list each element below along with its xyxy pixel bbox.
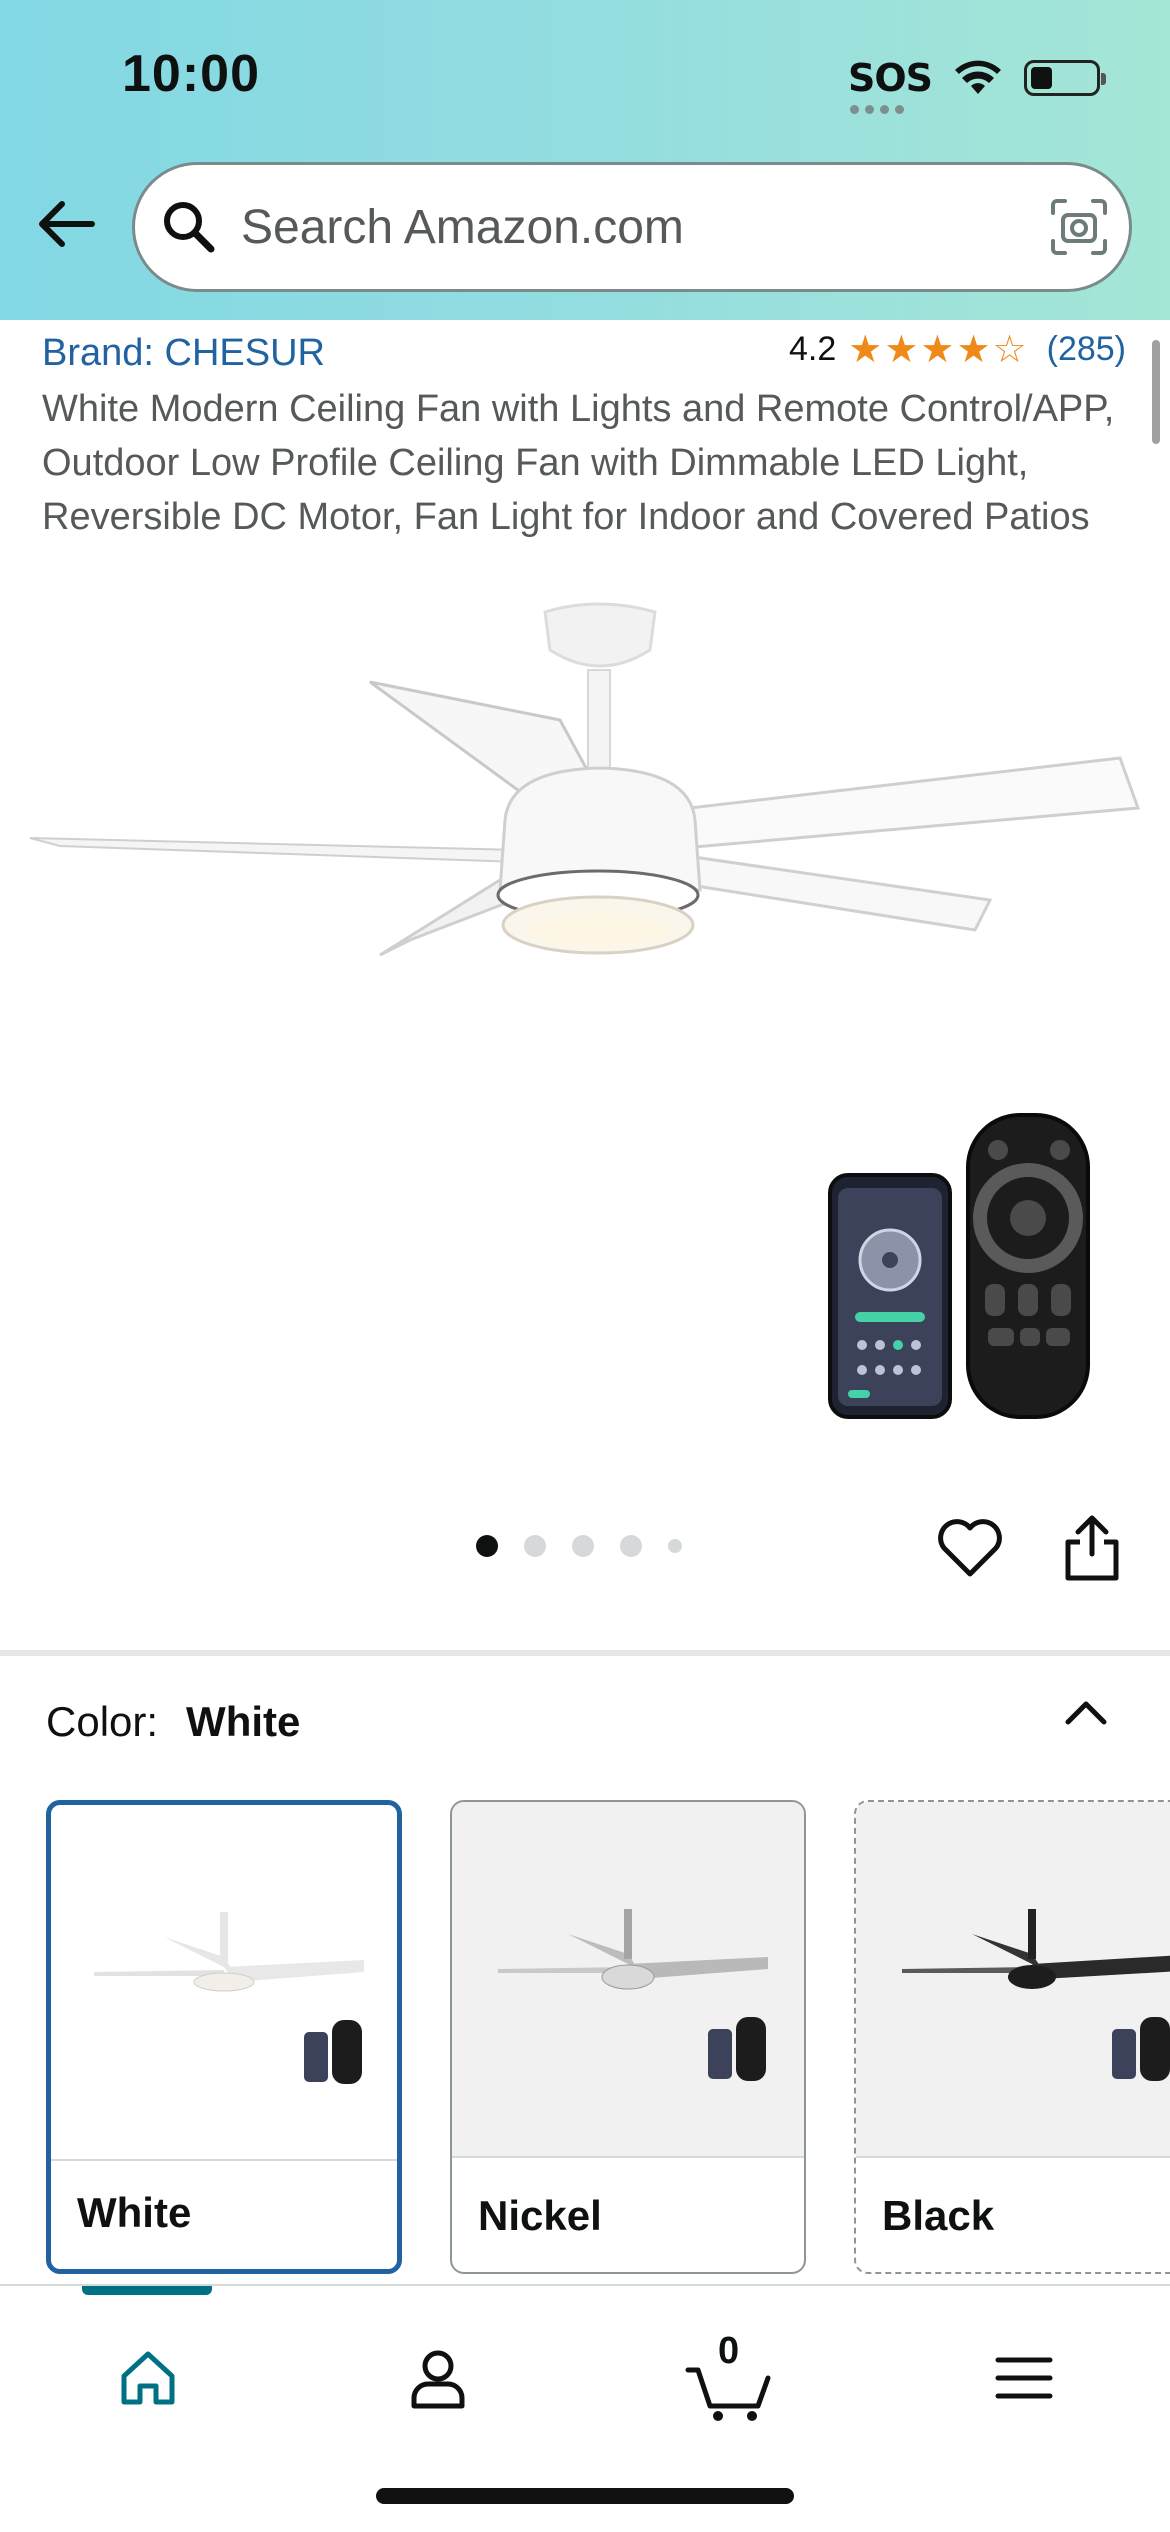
color-label: Color:: [46, 1698, 159, 1745]
ceiling-fan-illustration: [29, 602, 1141, 957]
battery-icon: [1024, 60, 1106, 96]
wifi-icon: [955, 60, 1001, 94]
swatch-label: Nickel: [478, 2192, 602, 2239]
swatch-image: [856, 1802, 1170, 2158]
nav-menu[interactable]: [976, 2330, 1072, 2426]
brand-link[interactable]: Brand: CHESUR: [42, 332, 325, 375]
section-divider: [0, 1650, 1170, 1656]
chevron-up-icon[interactable]: [1060, 1686, 1112, 1738]
heart-icon[interactable]: [936, 1514, 1004, 1582]
back-arrow-icon[interactable]: [34, 192, 98, 256]
signal-dots-icon: [849, 105, 904, 114]
swatch-black[interactable]: Black: [854, 1800, 1170, 2274]
search-input[interactable]: [241, 199, 1001, 255]
selected-color: White: [186, 1698, 301, 1745]
remote-control-illustration: [966, 1113, 1090, 1419]
search-bar[interactable]: [132, 162, 1132, 292]
sos-label: SOS: [847, 56, 933, 100]
search-icon: [164, 202, 215, 253]
nav-cart[interactable]: 0: [682, 2330, 778, 2426]
sos-indicator: SOS: [847, 56, 933, 114]
product-image[interactable]: [0, 600, 1170, 1460]
account-icon: [411, 2350, 465, 2409]
share-icon[interactable]: [1060, 1510, 1124, 1584]
pagination-dot: [620, 1535, 642, 1557]
rating-value: 4.2: [788, 330, 837, 368]
swatch-white[interactable]: White: [46, 1800, 402, 2274]
image-pagination: [476, 1535, 682, 1557]
rating-summary[interactable]: 4.2 ★ ★ ★ ★ ☆ (285): [789, 330, 1126, 369]
cart-icon: [685, 2367, 771, 2421]
product-title: White Modern Ceiling Fan with Lights and…: [42, 388, 1115, 538]
menu-icon: [995, 2357, 1053, 2399]
nav-account[interactable]: [390, 2330, 486, 2426]
pagination-dot: [668, 1539, 682, 1553]
swatch-nickel[interactable]: Nickel: [450, 1800, 806, 2274]
status-icons: SOS: [847, 48, 1106, 114]
scroll-indicator: [1152, 340, 1160, 444]
home-indicator: [376, 2488, 794, 2504]
swatch-label: White: [77, 2189, 192, 2236]
swatch-image: [452, 1802, 804, 2158]
review-count-link[interactable]: (285): [1047, 330, 1126, 369]
swatch-image: [51, 1805, 397, 2161]
active-tab-indicator: [82, 2286, 212, 2295]
color-selector-header[interactable]: Color: White: [46, 1698, 300, 1746]
pagination-dot: [572, 1535, 594, 1557]
color-swatch-list: White Nickel Black: [46, 1800, 1170, 2278]
status-time: 10:00: [122, 45, 260, 103]
home-icon: [121, 2351, 175, 2405]
pagination-dot-active: [476, 1535, 498, 1557]
star-rating-icon: ★ ★ ★ ★ ☆: [848, 328, 1027, 371]
nav-home[interactable]: [100, 2330, 196, 2426]
pagination-dot: [524, 1535, 546, 1557]
camera-scan-icon[interactable]: [1047, 195, 1111, 259]
swatch-label: Black: [882, 2192, 995, 2239]
phone-app-illustration: [828, 1173, 952, 1419]
